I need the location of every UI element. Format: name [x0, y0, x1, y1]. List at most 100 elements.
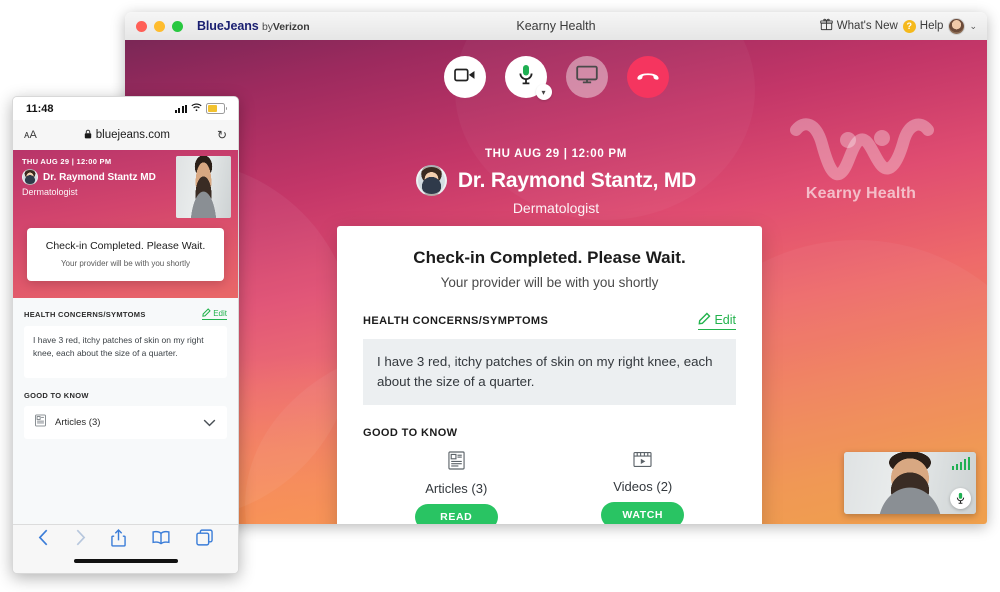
url-text: bluejeans.com	[95, 129, 170, 141]
titlebar-actions: What's New ? Help ⌄	[820, 17, 987, 35]
call-controls: ▾	[125, 56, 987, 100]
resource-name: Videos (2)	[613, 479, 673, 495]
microphone-button[interactable]: ▾	[504, 56, 552, 100]
help-icon: ?	[902, 19, 916, 33]
end-call-button[interactable]	[626, 56, 669, 98]
bluejeans-desktop-window: BlueJeans byVerizon Kearny Health What's…	[125, 12, 987, 524]
selfview-microphone-icon[interactable]	[950, 488, 971, 509]
phone-articles-label: Articles (3)	[55, 417, 101, 428]
resource-name: Articles (3)	[425, 481, 488, 497]
good-to-know-label: GOOD TO KNOW	[363, 427, 458, 440]
app-name: BlueJeans	[197, 19, 259, 33]
gift-icon	[820, 18, 833, 34]
hangup-phone-icon	[636, 68, 660, 87]
edit-symptoms-button[interactable]: Edit	[698, 312, 736, 330]
phone-details-sheet: HEALTH CONCERNS/SYMTOMS Edit I have 3 re…	[13, 298, 238, 525]
phone-card-title: Check-in Completed. Please Wait.	[45, 240, 206, 252]
doctor-row: Dr. Raymond Stantz, MD	[125, 165, 987, 196]
symptoms-section-header: HEALTH CONCERNS/SYMPTOMS Edit	[363, 312, 736, 330]
chevron-down-icon[interactable]	[203, 414, 216, 432]
phone-doctor-name: Dr. Raymond Stantz MD	[43, 171, 156, 183]
appointment-datetime: THU AUG 29 | 12:00 PM	[484, 148, 628, 160]
cellular-signal-icon	[175, 104, 187, 113]
reload-icon[interactable]: ↻	[217, 128, 227, 142]
app-by: by	[262, 21, 273, 33]
symptoms-text[interactable]: I have 3 red, itchy patches of skin on m…	[363, 339, 736, 406]
pencil-icon	[202, 308, 211, 319]
whats-new-label: What's New	[836, 20, 898, 32]
monitor-icon	[575, 65, 598, 89]
avatar	[948, 17, 966, 35]
microphone-icon	[518, 64, 534, 91]
maximize-window-button[interactable]	[172, 20, 183, 32]
phone-articles-accordion[interactable]: Articles (3)	[24, 406, 227, 439]
doctor-avatar	[415, 165, 447, 196]
phone-card-subtitle: Your provider will be with you shortly	[60, 259, 191, 269]
help-button[interactable]: ? Help	[902, 19, 944, 33]
selfview-video[interactable]	[844, 452, 976, 514]
bookmarks-icon[interactable]	[152, 530, 170, 550]
video-file-icon	[633, 451, 652, 473]
phone-doctor-avatar	[22, 169, 38, 185]
card-title: Check-in Completed. Please Wait.	[413, 248, 686, 267]
phone-symptoms-label: HEALTH CONCERNS/SYMTOMS	[24, 309, 146, 319]
doctor-name: Dr. Raymond Stantz, MD	[457, 168, 697, 192]
phone-good-to-know-label: GOOD TO KNOW	[24, 391, 89, 400]
phone-edit-symptoms-button[interactable]: Edit	[202, 308, 227, 320]
watch-button[interactable]: WATCH	[601, 502, 685, 524]
phone-status-icons	[175, 103, 227, 115]
pencil-icon	[698, 312, 711, 328]
whats-new-button[interactable]: What's New	[820, 18, 898, 34]
help-label: Help	[919, 20, 944, 32]
resource-articles: Articles (3) READ	[381, 451, 531, 524]
share-icon[interactable]	[111, 528, 127, 552]
safari-url-bar[interactable]: ᴀA bluejeans.com ↻	[13, 120, 238, 151]
bluejeans-logo: BlueJeans byVerizon	[197, 19, 310, 33]
app-vendor: Verizon	[272, 21, 310, 33]
address-field[interactable]: bluejeans.com	[37, 129, 217, 142]
edit-label: Edit	[714, 313, 736, 327]
read-button[interactable]: READ	[414, 504, 498, 524]
lock-icon	[84, 129, 92, 142]
wifi-icon	[191, 103, 202, 115]
phone-meeting-stage: THU AUG 29 | 12:00 PM Dr. Raymond Stantz…	[13, 150, 238, 525]
article-icon	[448, 451, 465, 475]
safari-toolbar-icons	[13, 525, 238, 555]
phone-edit-label: Edit	[213, 309, 227, 318]
forward-icon	[75, 529, 86, 551]
close-window-button[interactable]	[136, 20, 147, 32]
phone-status-bar: 11:48	[13, 97, 238, 120]
back-icon[interactable]	[38, 529, 49, 551]
mobile-phone-mockup: 11:48 ᴀA bluejeans.com ↻ THU AUG 29 | 12…	[12, 96, 239, 574]
battery-icon	[206, 103, 227, 114]
video-camera-icon	[453, 67, 476, 88]
window-titlebar: BlueJeans byVerizon Kearny Health What's…	[125, 12, 987, 41]
meeting-header: THU AUG 29 | 12:00 PM Dr. Raymond Stantz…	[125, 148, 987, 216]
phone-clock: 11:48	[26, 102, 54, 115]
card-subtitle: Your provider will be with you shortly	[440, 275, 659, 290]
signal-bars-icon	[951, 457, 970, 470]
phone-checkin-card: Check-in Completed. Please Wait. Your pr…	[27, 228, 224, 282]
phone-symptoms-text[interactable]: I have 3 red, itchy patches of skin on m…	[24, 326, 227, 378]
account-menu[interactable]: ⌄	[948, 17, 977, 35]
phone-symptoms-header: HEALTH CONCERNS/SYMTOMS Edit	[24, 308, 227, 320]
mic-options-chevron-down-icon[interactable]: ▾	[535, 84, 552, 100]
traffic-lights	[136, 20, 183, 32]
minimize-window-button[interactable]	[154, 20, 165, 32]
article-icon	[35, 414, 46, 432]
phone-selfview-video[interactable]	[176, 156, 231, 218]
safari-toolbar	[13, 524, 238, 573]
good-to-know-resources: Articles (3) READ Videos (2) WATCH	[363, 451, 736, 524]
meeting-stage: Kearny Health ▾ THU AUG 29 | 12:00 PM Dr…	[125, 40, 987, 524]
resource-videos: Videos (2) WATCH	[568, 451, 718, 524]
home-indicator	[73, 559, 178, 563]
chevron-down-icon: ⌄	[969, 20, 977, 31]
text-size-button[interactable]: ᴀA	[24, 129, 37, 141]
tabs-icon[interactable]	[196, 529, 213, 551]
symptoms-label: HEALTH CONCERNS/SYMPTOMS	[363, 315, 549, 327]
camera-button[interactable]	[443, 56, 486, 98]
checkin-card: Check-in Completed. Please Wait. Your pr…	[337, 226, 762, 524]
screen-share-button[interactable]	[565, 56, 608, 98]
doctor-specialty: Dermatologist	[512, 200, 600, 216]
phone-selfview-image	[176, 156, 231, 218]
